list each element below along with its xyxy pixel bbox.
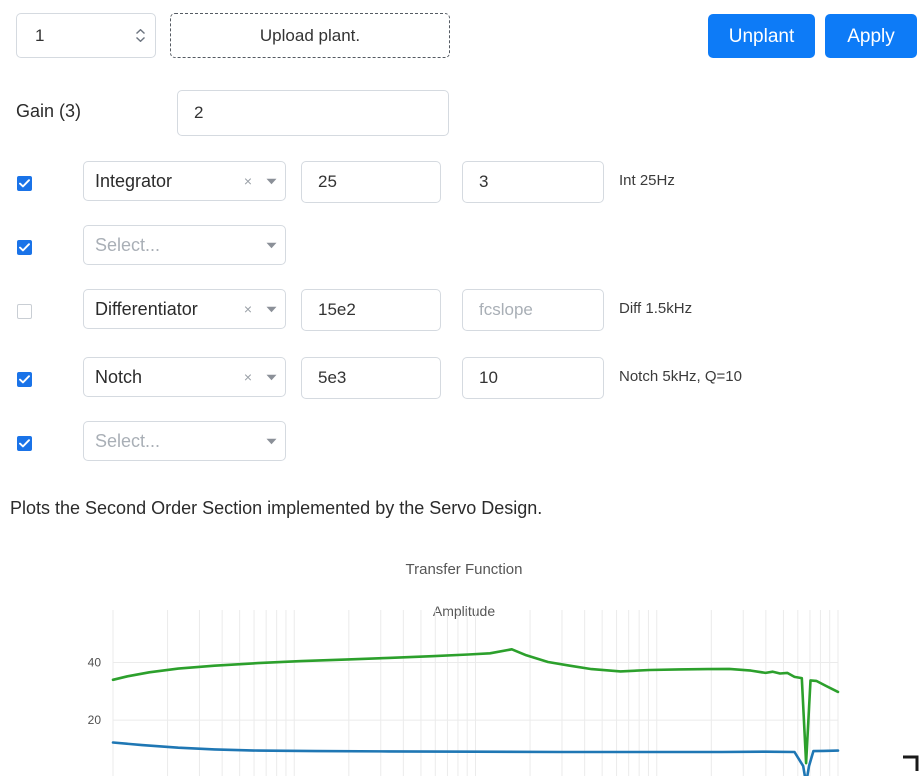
filter-enable-checkbox[interactable] <box>17 436 32 451</box>
plot-caption: Plots the Second Order Section implement… <box>10 498 543 518</box>
check-icon <box>19 243 30 252</box>
unplant-button[interactable]: Unplant <box>708 14 815 58</box>
chart-title: Transfer Function <box>406 561 523 578</box>
gain-input[interactable] <box>177 90 449 136</box>
chevron-down-icon[interactable] <box>257 438 285 445</box>
filter-description: Int 25Hz <box>619 172 675 189</box>
chevron-down-icon[interactable] <box>257 306 285 313</box>
order-value[interactable]: 1 <box>17 27 125 44</box>
stepper-arrows[interactable] <box>125 29 155 42</box>
filter-type-select[interactable]: Notch × <box>83 357 286 397</box>
filter-row: Differentiator × Diff 1.5kHz <box>0 289 921 341</box>
check-icon <box>19 375 30 384</box>
filter-description: Diff 1.5kHz <box>619 300 693 317</box>
filter-type-select[interactable]: Select... <box>83 225 286 265</box>
apply-button[interactable]: Apply <box>825 14 917 58</box>
filter-enable-checkbox[interactable] <box>17 304 32 319</box>
chevron-down-icon[interactable] <box>257 374 285 381</box>
chevron-down-icon[interactable] <box>257 178 285 185</box>
chevron-down-icon[interactable] <box>135 37 145 42</box>
filter-enable-checkbox[interactable] <box>17 176 32 191</box>
chevron-up-icon[interactable] <box>135 29 145 34</box>
filter-row: Integrator × Int 25Hz <box>0 161 921 213</box>
chart-subtitle: Amplitude <box>433 603 495 619</box>
clear-selection-icon[interactable]: × <box>239 301 257 317</box>
filter-q-input[interactable] <box>462 357 604 399</box>
filter-enable-checkbox[interactable] <box>17 372 32 387</box>
filter-frequency-input[interactable] <box>301 289 441 331</box>
filter-type-value: Select... <box>95 430 161 451</box>
filter-type-select[interactable]: Select... <box>83 421 286 461</box>
filter-row: Notch × Notch 5kHz, Q=10 <box>0 357 921 409</box>
filter-q-input[interactable] <box>462 161 604 203</box>
order-stepper[interactable]: 1 <box>16 13 156 58</box>
filter-description: Notch 5kHz, Q=10 <box>619 368 742 385</box>
filter-row: Select... <box>0 421 921 473</box>
check-icon <box>19 439 30 448</box>
chart-y-tick-labels: 2040 <box>88 656 102 728</box>
filter-type-value: Differentiator <box>95 298 198 319</box>
filter-type-value: Select... <box>95 234 161 255</box>
filter-enable-checkbox[interactable] <box>17 240 32 255</box>
filter-type-select[interactable]: Differentiator × <box>83 289 286 329</box>
chart-resize-handle-icon[interactable] <box>903 755 919 771</box>
chevron-down-icon[interactable] <box>257 242 285 249</box>
filter-type-value: Notch <box>95 366 143 387</box>
upload-plant-label: Upload plant. <box>259 25 361 45</box>
y-tick-label: 20 <box>88 713 102 727</box>
gain-row: Gain (3) <box>0 90 921 138</box>
filter-type-value: Integrator <box>95 170 173 191</box>
servo-design-page: 1 Upload plant. Unplant Apply Gain (3) I… <box>0 0 921 776</box>
filter-frequency-input[interactable] <box>301 161 441 203</box>
clear-selection-icon[interactable]: × <box>239 369 257 385</box>
transfer-function-chart: Transfer Function Amplitude Amplitude (d… <box>0 540 921 776</box>
gain-label: Gain (3) <box>16 101 82 121</box>
y-tick-label: 40 <box>88 656 102 670</box>
check-icon <box>19 179 30 188</box>
filter-frequency-input[interactable] <box>301 357 441 399</box>
filter-q-input[interactable] <box>462 289 604 331</box>
filter-type-select[interactable]: Integrator × <box>83 161 286 201</box>
upload-plant-button[interactable]: Upload plant. <box>170 13 450 58</box>
clear-selection-icon[interactable]: × <box>239 173 257 189</box>
filter-row: Select... <box>0 225 921 277</box>
toolbar: 1 Upload plant. Unplant Apply <box>0 0 921 72</box>
